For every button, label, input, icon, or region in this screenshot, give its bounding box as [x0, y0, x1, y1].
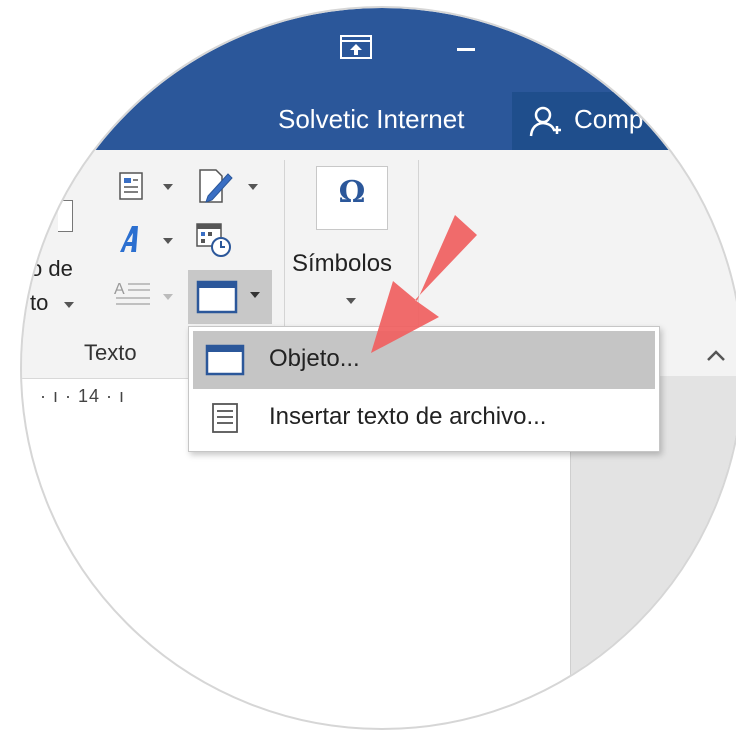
signature-caret-icon[interactable]: [248, 184, 258, 190]
collapse-ribbon-button[interactable]: [702, 342, 730, 370]
textbox-label-line1[interactable]: o de: [30, 256, 73, 282]
wordart-caret-icon[interactable]: [163, 238, 173, 244]
menu-item-label: Objeto...: [269, 345, 360, 372]
object-window-icon: [196, 280, 238, 314]
svg-text:A: A: [114, 281, 125, 298]
object-caret-icon: [250, 292, 260, 298]
object-button[interactable]: [188, 270, 272, 324]
person-add-icon: [529, 106, 561, 137]
textbox-caret-icon[interactable]: [64, 302, 74, 308]
ribbon-display-options-button[interactable]: [338, 33, 374, 61]
minimize-button[interactable]: [448, 36, 484, 64]
object-window-icon: [205, 344, 245, 376]
red-pointer-arrow-icon: [371, 215, 477, 353]
group-separator: [284, 160, 285, 330]
textbox-label-line2[interactable]: to: [30, 290, 48, 316]
ruler-marks: · ı · 14 · ı: [40, 386, 126, 406]
drop-cap-icon: A: [114, 281, 150, 305]
menu-item-label: Insertar texto de archivo...: [269, 403, 547, 430]
textbox-icon: [58, 200, 73, 232]
text-file-icon: [212, 403, 238, 433]
drop-cap-caret-icon[interactable]: [163, 294, 173, 300]
chevron-up-icon: [707, 350, 725, 361]
wordart-icon: [120, 226, 138, 252]
date-time-button[interactable]: [194, 220, 234, 260]
signature-pen-icon: [199, 169, 233, 203]
share-label: Comp: [574, 104, 644, 134]
share-button[interactable]: Comp: [512, 92, 736, 150]
magnifier-circle: Solvetic Internet Comp A o de to Texto Ω…: [22, 8, 736, 728]
wordart-button[interactable]: [114, 222, 148, 256]
group-label-texto: Texto: [84, 340, 137, 365]
account-name[interactable]: Solvetic Internet: [278, 104, 464, 135]
drop-cap-button[interactable]: A: [112, 276, 152, 316]
minimize-icon: [457, 48, 475, 51]
title-bar: Solvetic Internet Comp: [22, 8, 736, 150]
quick-parts-caret-icon[interactable]: [163, 184, 173, 190]
quick-parts-button[interactable]: [116, 170, 146, 202]
calendar-clock-icon: [196, 223, 231, 257]
document-page[interactable]: [22, 416, 570, 728]
signature-line-button[interactable]: [194, 166, 234, 206]
ribbon-display-icon: [340, 35, 372, 59]
menu-item-insertar-texto[interactable]: Insertar texto de archivo...: [193, 389, 655, 447]
quick-parts-icon: [119, 172, 143, 200]
zoomed-screenshot: Solvetic Internet Comp A o de to Texto Ω…: [0, 0, 736, 736]
